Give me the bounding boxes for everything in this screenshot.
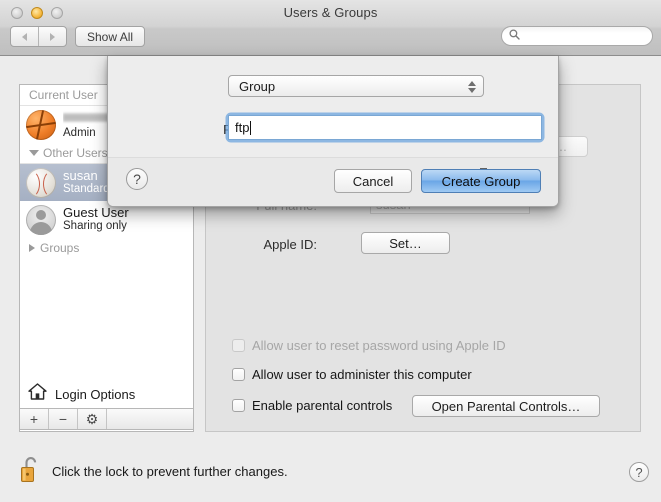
plus-icon: + [30, 411, 38, 427]
create-group-button[interactable]: Create Group [421, 169, 541, 193]
toolbar-filler [107, 409, 193, 429]
gear-icon: ⚙ [86, 411, 99, 428]
search-icon [509, 27, 520, 45]
minus-icon: − [59, 411, 67, 427]
checkbox-row-reset-password-appleid[interactable]: Allow user to reset password using Apple… [232, 338, 506, 353]
help-button[interactable]: ? [629, 462, 649, 482]
basketball-avatar [26, 110, 56, 140]
sheet-full-name-value: ftp [235, 120, 249, 135]
checkbox-allow-administer[interactable] [232, 368, 245, 381]
checkbox-row-allow-administer[interactable]: Allow user to administer this computer [232, 367, 472, 382]
remove-user-button[interactable]: − [49, 409, 78, 429]
checkbox-label: Allow user to reset password using Apple… [252, 338, 506, 353]
sidebar-group-label: Current User [29, 88, 98, 102]
window-titlebar: Users & Groups Show All [0, 0, 661, 56]
new-account-sheet: New: Group Full Name: ftp ? Cancel Creat… [107, 56, 559, 207]
user-name-label: Guest User [63, 206, 129, 221]
sidebar-group-label: Other Users [43, 146, 108, 160]
sidebar-group-header-groups[interactable]: Groups [20, 238, 193, 258]
account-type-popup-button[interactable]: Group [228, 75, 484, 97]
apple-id-label: Apple ID: [222, 237, 317, 252]
login-options-label: Login Options [55, 387, 135, 402]
sheet-help-button[interactable]: ? [126, 168, 148, 190]
user-role-label: Sharing only [63, 220, 129, 233]
sidebar-group-label: Groups [40, 241, 79, 255]
open-parental-controls-button[interactable]: Open Parental Controls… [412, 395, 600, 417]
login-options-row[interactable]: Login Options [19, 380, 194, 409]
forward-button[interactable] [38, 27, 66, 46]
baseball-avatar [26, 168, 56, 198]
home-icon [28, 383, 47, 405]
guest-avatar [26, 205, 56, 235]
checkbox-row-parental-controls[interactable]: Enable parental controls [232, 398, 392, 413]
checkbox-enable-parental-controls[interactable] [232, 399, 245, 412]
text-caret [250, 121, 251, 135]
sheet-full-name-input[interactable]: ftp [228, 115, 542, 140]
user-texts: susan Standard [63, 169, 110, 196]
unlocked-padlock-icon[interactable] [20, 455, 42, 483]
search-field[interactable] [501, 26, 653, 46]
settings-button[interactable]: ⚙ [78, 409, 107, 429]
back-button[interactable] [11, 27, 38, 46]
checkbox-label: Allow user to administer this computer [252, 367, 472, 382]
checkbox-reset-password-appleid[interactable] [232, 339, 245, 352]
user-name-label: susan [63, 169, 110, 184]
show-all-button[interactable]: Show All [75, 26, 145, 47]
lock-message: Click the lock to prevent further change… [52, 464, 288, 479]
forward-arrow-icon [50, 33, 55, 41]
apple-id-set-button[interactable]: Set… [361, 232, 450, 254]
updown-chevron-icon [467, 79, 476, 95]
back-arrow-icon [22, 33, 27, 41]
user-texts: Guest User Sharing only [63, 206, 129, 233]
lock-bar: Click the lock to prevent further change… [0, 444, 661, 502]
search-input[interactable] [524, 28, 646, 44]
user-role-label: Standard [63, 183, 110, 196]
add-user-button[interactable]: + [20, 409, 49, 429]
user-list-toolbar: + − ⚙ [19, 408, 194, 430]
sheet-full-name-focus-ring: ftp [228, 115, 542, 140]
account-type-value: Group [239, 79, 275, 94]
users-and-groups-window: Users & Groups Show All Current User [0, 0, 661, 502]
checkbox-label: Enable parental controls [252, 398, 392, 413]
nav-segmented-control[interactable] [10, 26, 67, 47]
window-title: Users & Groups [0, 5, 661, 20]
disclosure-triangle-closed-icon[interactable] [29, 244, 35, 252]
disclosure-triangle-open-icon[interactable] [29, 150, 39, 156]
cancel-button[interactable]: Cancel [334, 169, 412, 193]
